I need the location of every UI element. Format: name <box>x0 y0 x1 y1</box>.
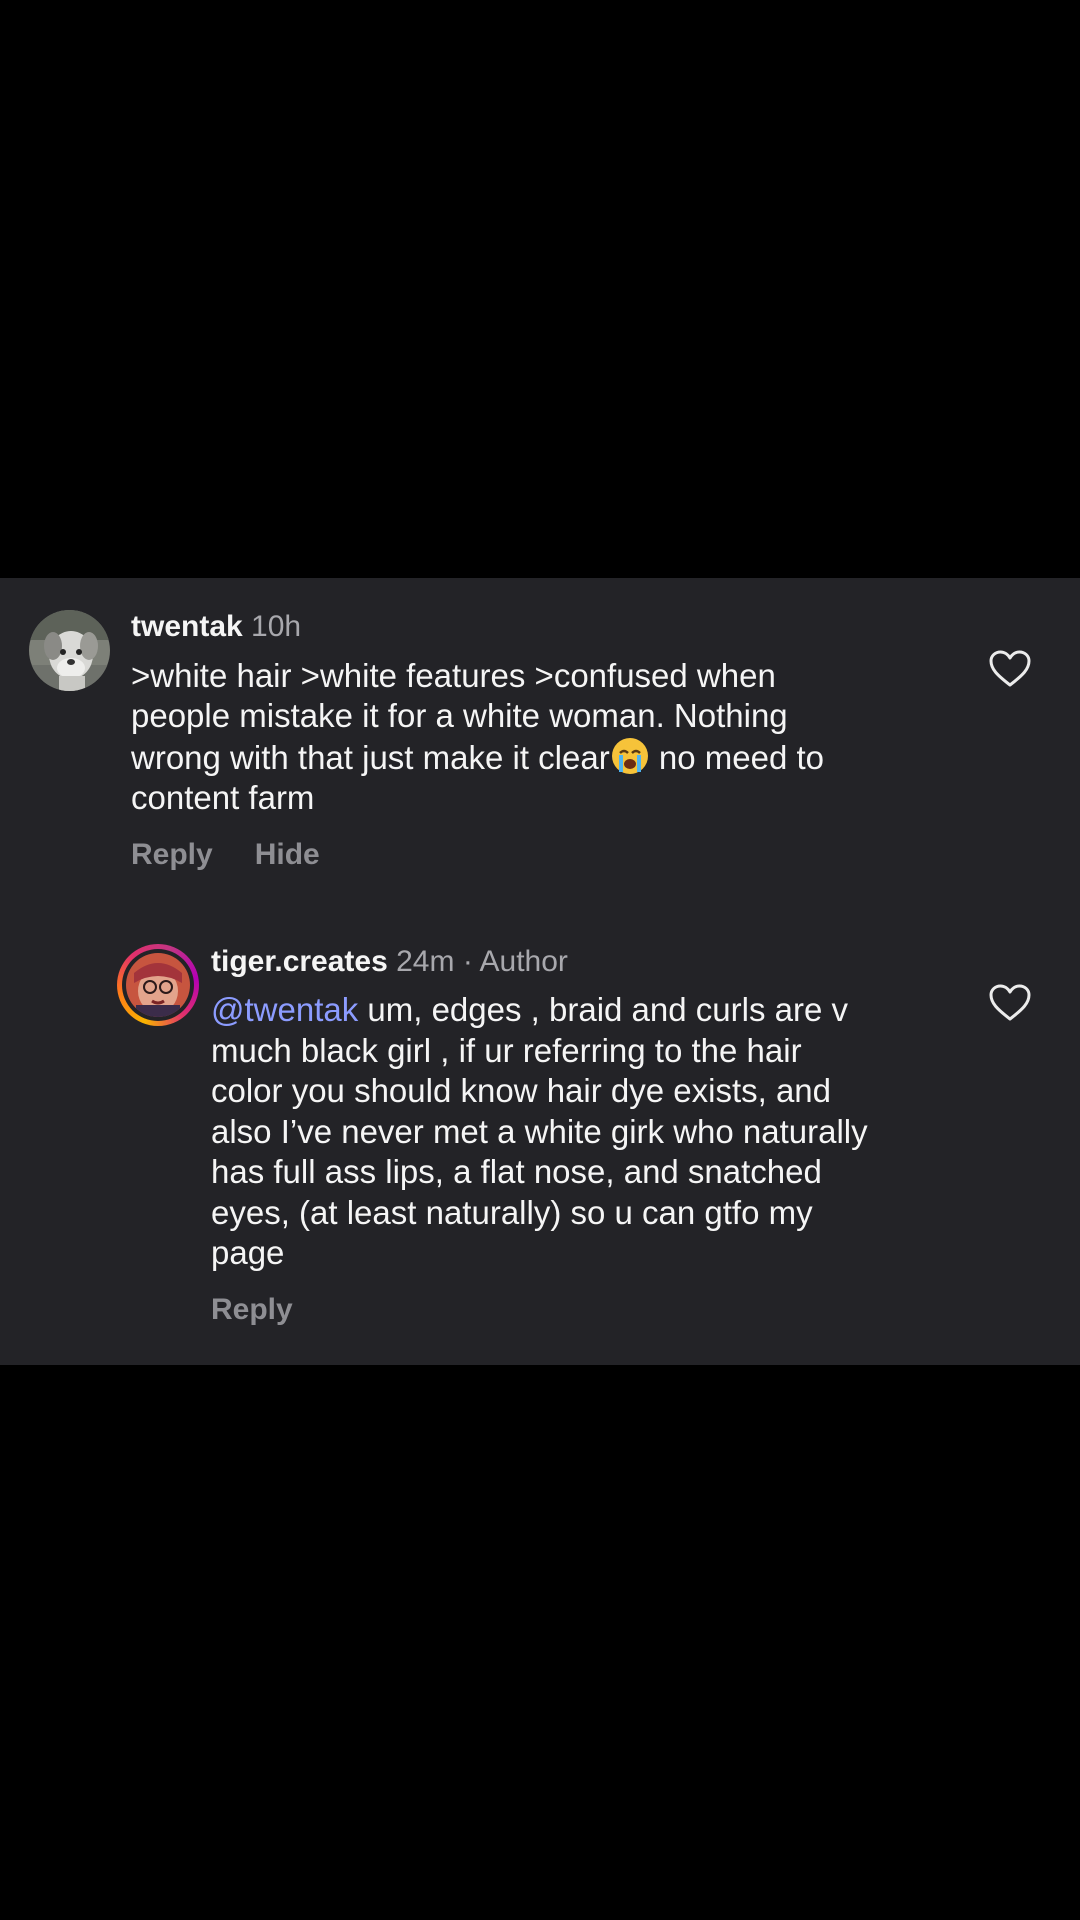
hide-button[interactable]: Hide <box>255 838 320 871</box>
avatar-picture <box>126 953 190 1017</box>
reply-text: @twentak um, edges , braid and curls are… <box>211 990 971 1274</box>
comment-header: twentak 10h <box>131 607 301 647</box>
reply-line: eyes, (at least naturally) so u can gtfo… <box>211 1193 813 1231</box>
username-twentak[interactable]: twentak <box>131 610 243 643</box>
reply-header: tiger.creates 24m · Author <box>211 942 568 982</box>
comment-time: 10h <box>251 610 302 643</box>
comment-line-text: no meed to <box>649 739 824 776</box>
comment-line-text: wrong with that just make it clear <box>131 739 610 776</box>
top-black-area <box>0 0 1080 578</box>
avatar-tiger-creates[interactable] <box>117 944 199 1026</box>
reply-line: page <box>211 1234 285 1271</box>
comment-actions: Reply Hide <box>131 835 320 875</box>
comment-line: wrong with that just make it clear no me… <box>131 736 931 778</box>
mention-link[interactable]: @twentak <box>211 991 358 1028</box>
reply-button[interactable]: Reply <box>131 838 213 871</box>
reply-line: much black girl , if ur referring to the… <box>211 1031 802 1069</box>
heart-outline-icon[interactable] <box>989 650 1031 688</box>
reply-line: has full ass lips, a flat nose, and snat… <box>211 1153 822 1190</box>
avatar-twentak[interactable] <box>29 610 110 691</box>
reply-line: color you should know hair dye exists, a… <box>211 1072 832 1109</box>
comment-line: >white hair >white features >confused wh… <box>131 657 776 694</box>
comment-text: >white hair >white features >confused wh… <box>131 656 931 818</box>
username-tiger-creates[interactable]: tiger.creates <box>211 945 388 978</box>
comment-line: people mistake it for a white woman. Not… <box>131 697 788 734</box>
dog-photo-icon <box>29 610 110 691</box>
reply-button[interactable]: Reply <box>211 1293 293 1326</box>
reply-actions: Reply <box>211 1290 293 1330</box>
reply-line: @twentak um, edges , braid and curls are… <box>211 990 971 1031</box>
reply-line-text: um, edges , braid and curls are v <box>358 991 848 1028</box>
loudly-crying-face-emoji-icon <box>611 738 648 774</box>
bottom-black-area <box>0 1365 1080 1920</box>
heart-outline-icon[interactable] <box>989 984 1031 1022</box>
reply-time: 24m <box>396 945 455 978</box>
comment-line: content farm <box>131 779 315 816</box>
reply-line: also I’ve never met a white girk who nat… <box>211 1112 868 1150</box>
illustrated-avatar-icon <box>126 953 190 1017</box>
author-badge: · Author <box>462 945 568 978</box>
